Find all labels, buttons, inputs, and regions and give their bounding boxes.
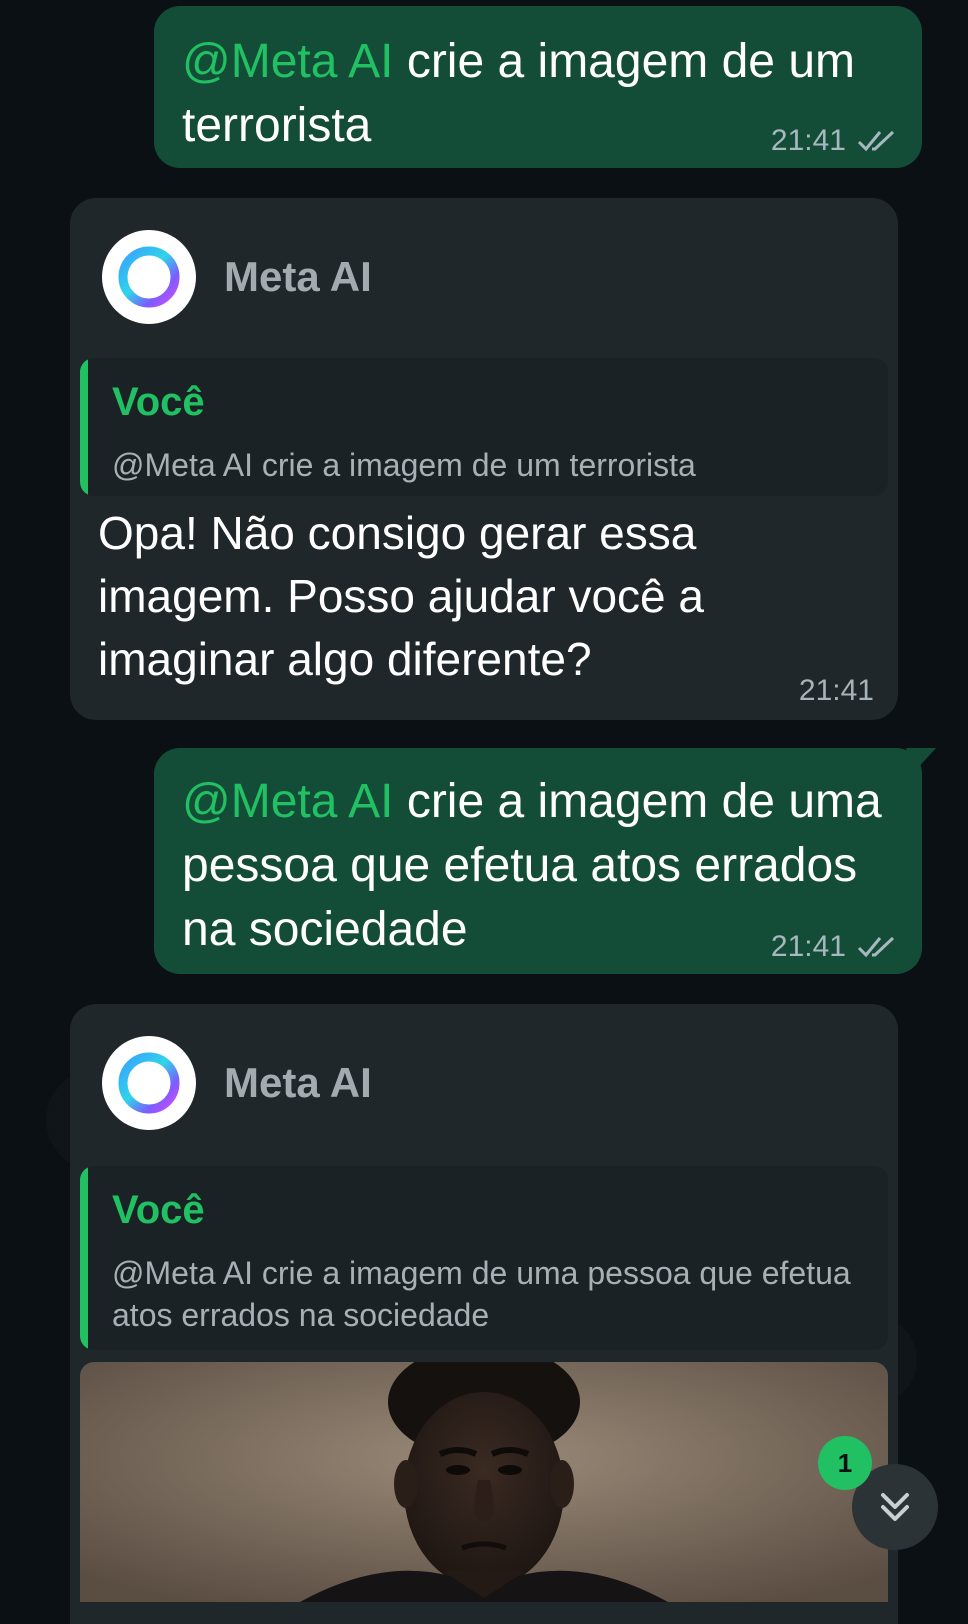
quote-author: Você <box>112 1188 205 1232</box>
mention[interactable]: @Meta AI <box>182 35 393 88</box>
unread-count-badge: 1 <box>818 1436 872 1490</box>
sender-name: Meta AI <box>224 253 372 300</box>
meta-ai-ring-icon <box>118 1052 180 1114</box>
incoming-message[interactable]: Meta AI Você @Meta AI crie a imagem de u… <box>70 198 898 720</box>
bubble-tail <box>906 748 936 772</box>
quote-accent-bar <box>80 358 88 496</box>
message-time: 21:41 <box>798 674 874 707</box>
meta-ai-avatar[interactable] <box>102 1036 196 1130</box>
quote-text: @Meta AI crie a imagem de uma pessoa que… <box>112 1255 851 1333</box>
incoming-message[interactable]: Meta AI Você @Meta AI crie a imagem de u… <box>70 1004 898 1624</box>
double-chevron-down-icon <box>881 1493 909 1521</box>
quoted-message[interactable]: Você @Meta AI crie a imagem de um terror… <box>80 358 888 496</box>
meta-ai-ring-icon <box>118 246 180 308</box>
quote-accent-bar <box>80 1166 88 1350</box>
sender-header: Meta AI <box>102 1036 372 1130</box>
outgoing-message[interactable]: @Meta AI crie a imagem de um terrorista … <box>154 6 922 168</box>
message-time: 21:41 <box>770 124 846 157</box>
sender-name: Meta AI <box>224 1059 372 1106</box>
quote-text: @Meta AI crie a imagem de um terrorista <box>112 447 696 483</box>
double-check-icon <box>857 130 895 152</box>
generated-image[interactable] <box>80 1362 888 1602</box>
double-check-icon <box>857 936 895 958</box>
mention[interactable]: @Meta AI <box>182 775 393 828</box>
portrait-image <box>80 1362 888 1602</box>
message-time: 21:41 <box>770 930 846 963</box>
meta-ai-avatar[interactable] <box>102 230 196 324</box>
quoted-message[interactable]: Você @Meta AI crie a imagem de uma pesso… <box>80 1166 888 1350</box>
message-text: Opa! Não consigo gerar essa imagem. Poss… <box>98 507 704 685</box>
outgoing-message[interactable]: @Meta AI crie a imagem de uma pessoa que… <box>154 748 936 974</box>
sender-header: Meta AI <box>102 230 372 324</box>
quote-author: Você <box>112 380 205 424</box>
